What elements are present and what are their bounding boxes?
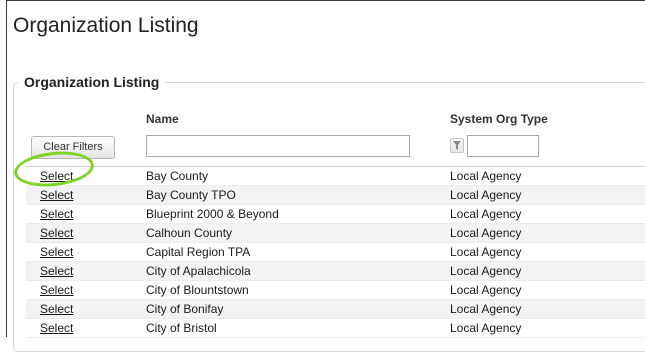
org-type-cell: Local Agency <box>450 302 522 316</box>
org-name-cell: City of Blountstown <box>146 283 249 297</box>
org-type-cell: Local Agency <box>450 321 522 335</box>
clear-filters-button[interactable]: Clear Filters <box>31 136 115 159</box>
table-row: Select City of Bonifay Local Agency <box>26 300 645 319</box>
column-header-system-org-type[interactable]: System Org Type <box>450 112 548 126</box>
select-link[interactable]: Select <box>40 281 73 300</box>
page-title: Organization Listing <box>13 14 199 37</box>
table-row: Select Capital Region TPA Local Agency <box>26 243 645 262</box>
select-link[interactable]: Select <box>40 186 73 205</box>
filter-toggle-button[interactable] <box>450 138 464 153</box>
table-row: Select Bay County Local Agency <box>26 167 645 186</box>
table-row: Select City of Apalachicola Local Agency <box>26 262 645 281</box>
select-link[interactable]: Select <box>40 167 73 186</box>
column-header-name[interactable]: Name <box>146 112 179 126</box>
org-type-cell: Local Agency <box>450 264 522 278</box>
org-type-cell: Local Agency <box>450 245 522 259</box>
org-name-cell: City of Bristol <box>146 321 217 335</box>
org-name-cell: City of Bonifay <box>146 302 224 316</box>
section-legend: Organization Listing <box>18 74 166 90</box>
org-name-cell: City of Apalachicola <box>146 264 251 278</box>
table-row: Select City of Bristol Local Agency <box>26 319 645 338</box>
name-filter-input[interactable] <box>146 135 410 157</box>
funnel-filter-icon <box>453 141 461 150</box>
org-name-cell: Bay County TPO <box>146 188 236 202</box>
grid-rows: Select Bay County Local Agency Select Ba… <box>26 166 645 338</box>
system-org-type-filter-input[interactable] <box>467 135 539 157</box>
org-type-cell: Local Agency <box>450 169 522 183</box>
select-link[interactable]: Select <box>40 224 73 243</box>
org-name-cell: Blueprint 2000 & Beyond <box>146 207 279 221</box>
select-link[interactable]: Select <box>40 319 73 338</box>
org-name-cell: Calhoun County <box>146 226 233 240</box>
org-type-cell: Local Agency <box>450 207 522 221</box>
select-link[interactable]: Select <box>40 243 73 262</box>
org-type-cell: Local Agency <box>450 226 522 240</box>
filter-row: Clear Filters <box>26 135 645 161</box>
select-link[interactable]: Select <box>40 205 73 224</box>
table-row: Select Bay County TPO Local Agency <box>26 186 645 205</box>
table-row: Select Blueprint 2000 & Beyond Local Age… <box>26 205 645 224</box>
org-type-cell: Local Agency <box>450 188 522 202</box>
select-link[interactable]: Select <box>40 300 73 319</box>
org-name-cell: Bay County <box>146 169 209 183</box>
select-link[interactable]: Select <box>40 262 73 281</box>
org-name-cell: Capital Region TPA <box>146 245 251 259</box>
org-type-cell: Local Agency <box>450 283 522 297</box>
table-row: Select Calhoun County Local Agency <box>26 224 645 243</box>
table-row: Select City of Blountstown Local Agency <box>26 281 645 300</box>
